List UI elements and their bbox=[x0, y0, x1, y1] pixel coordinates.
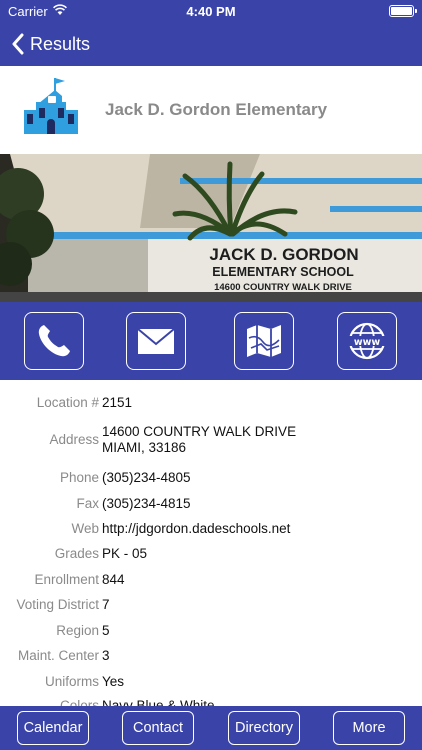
back-button-label: Results bbox=[30, 33, 91, 54]
bottom-tab-bar: Calendar Contact Directory More bbox=[0, 706, 422, 750]
detail-label: Phone bbox=[59, 470, 99, 485]
detail-value: 5 bbox=[102, 623, 110, 638]
detail-value: 2151 bbox=[102, 395, 133, 410]
detail-value: 14600 COUNTRY WALK DRIVE bbox=[102, 424, 297, 439]
website-button[interactable]: www bbox=[337, 312, 397, 370]
school-photo: JACK D. GORDON ELEMENTARY SCHOOL 14600 C… bbox=[0, 154, 422, 302]
detail-value: 3 bbox=[102, 648, 110, 663]
school-details: Location # 2151 Address 14600 COUNTRY WA… bbox=[0, 380, 422, 706]
detail-label: Address bbox=[49, 432, 99, 447]
detail-label: Maint. Center bbox=[17, 648, 99, 663]
detail-value: (305)234-4815 bbox=[102, 496, 191, 511]
svg-text:www: www bbox=[354, 337, 381, 348]
detail-value: http://jdgordon.dadeschools.net bbox=[102, 521, 291, 536]
detail-label: Voting District bbox=[16, 597, 99, 612]
email-button[interactable] bbox=[126, 312, 186, 370]
sign-line-3: 14600 COUNTRY WALK DRIVE bbox=[214, 282, 352, 293]
tab-calendar[interactable]: Calendar bbox=[17, 711, 89, 745]
sign-line-2: ELEMENTARY SCHOOL bbox=[212, 265, 354, 279]
detail-label: Grades bbox=[54, 546, 99, 561]
tab-contact[interactable]: Contact bbox=[122, 711, 194, 745]
tab-more[interactable]: More bbox=[333, 711, 405, 745]
sign-line-1: JACK D. GORDON bbox=[209, 245, 358, 264]
globe-www-icon: www bbox=[348, 322, 386, 360]
school-name: Jack D. Gordon Elementary bbox=[105, 100, 328, 119]
detail-label: Region bbox=[56, 623, 99, 638]
detail-label: Fax bbox=[76, 496, 99, 511]
detail-value: Navy Blue & White bbox=[102, 698, 215, 706]
detail-label: Location # bbox=[36, 395, 99, 410]
battery-icon bbox=[389, 5, 417, 17]
tab-directory[interactable]: Directory bbox=[228, 711, 300, 745]
detail-label: Enrollment bbox=[34, 572, 99, 587]
detail-label: Web bbox=[71, 521, 99, 536]
detail-value: 7 bbox=[102, 597, 110, 612]
call-button[interactable] bbox=[24, 312, 84, 370]
status-time: 4:40 PM bbox=[186, 4, 236, 19]
envelope-icon bbox=[137, 328, 175, 354]
detail-label: Uniforms bbox=[44, 674, 99, 689]
phone-icon bbox=[38, 325, 70, 357]
school-header: Jack D. Gordon Elementary bbox=[0, 66, 422, 154]
map-icon bbox=[247, 325, 281, 357]
detail-value: 844 bbox=[102, 572, 125, 587]
navigation-bar: Carrier 4:40 PM Results bbox=[0, 0, 422, 66]
detail-value-line-2: MIAMI, 33186 bbox=[102, 440, 187, 455]
detail-value: PK - 05 bbox=[102, 546, 148, 561]
map-button[interactable] bbox=[234, 312, 294, 370]
detail-value: (305)234-4805 bbox=[102, 470, 191, 485]
school-building-icon bbox=[24, 78, 78, 134]
status-bar: Carrier 4:40 PM bbox=[0, 0, 422, 22]
chevron-left-icon bbox=[12, 33, 24, 55]
detail-value: Yes bbox=[102, 674, 125, 689]
detail-label: Colors bbox=[59, 698, 99, 706]
action-bar: www bbox=[0, 302, 422, 380]
back-button[interactable]: Results bbox=[10, 30, 90, 58]
